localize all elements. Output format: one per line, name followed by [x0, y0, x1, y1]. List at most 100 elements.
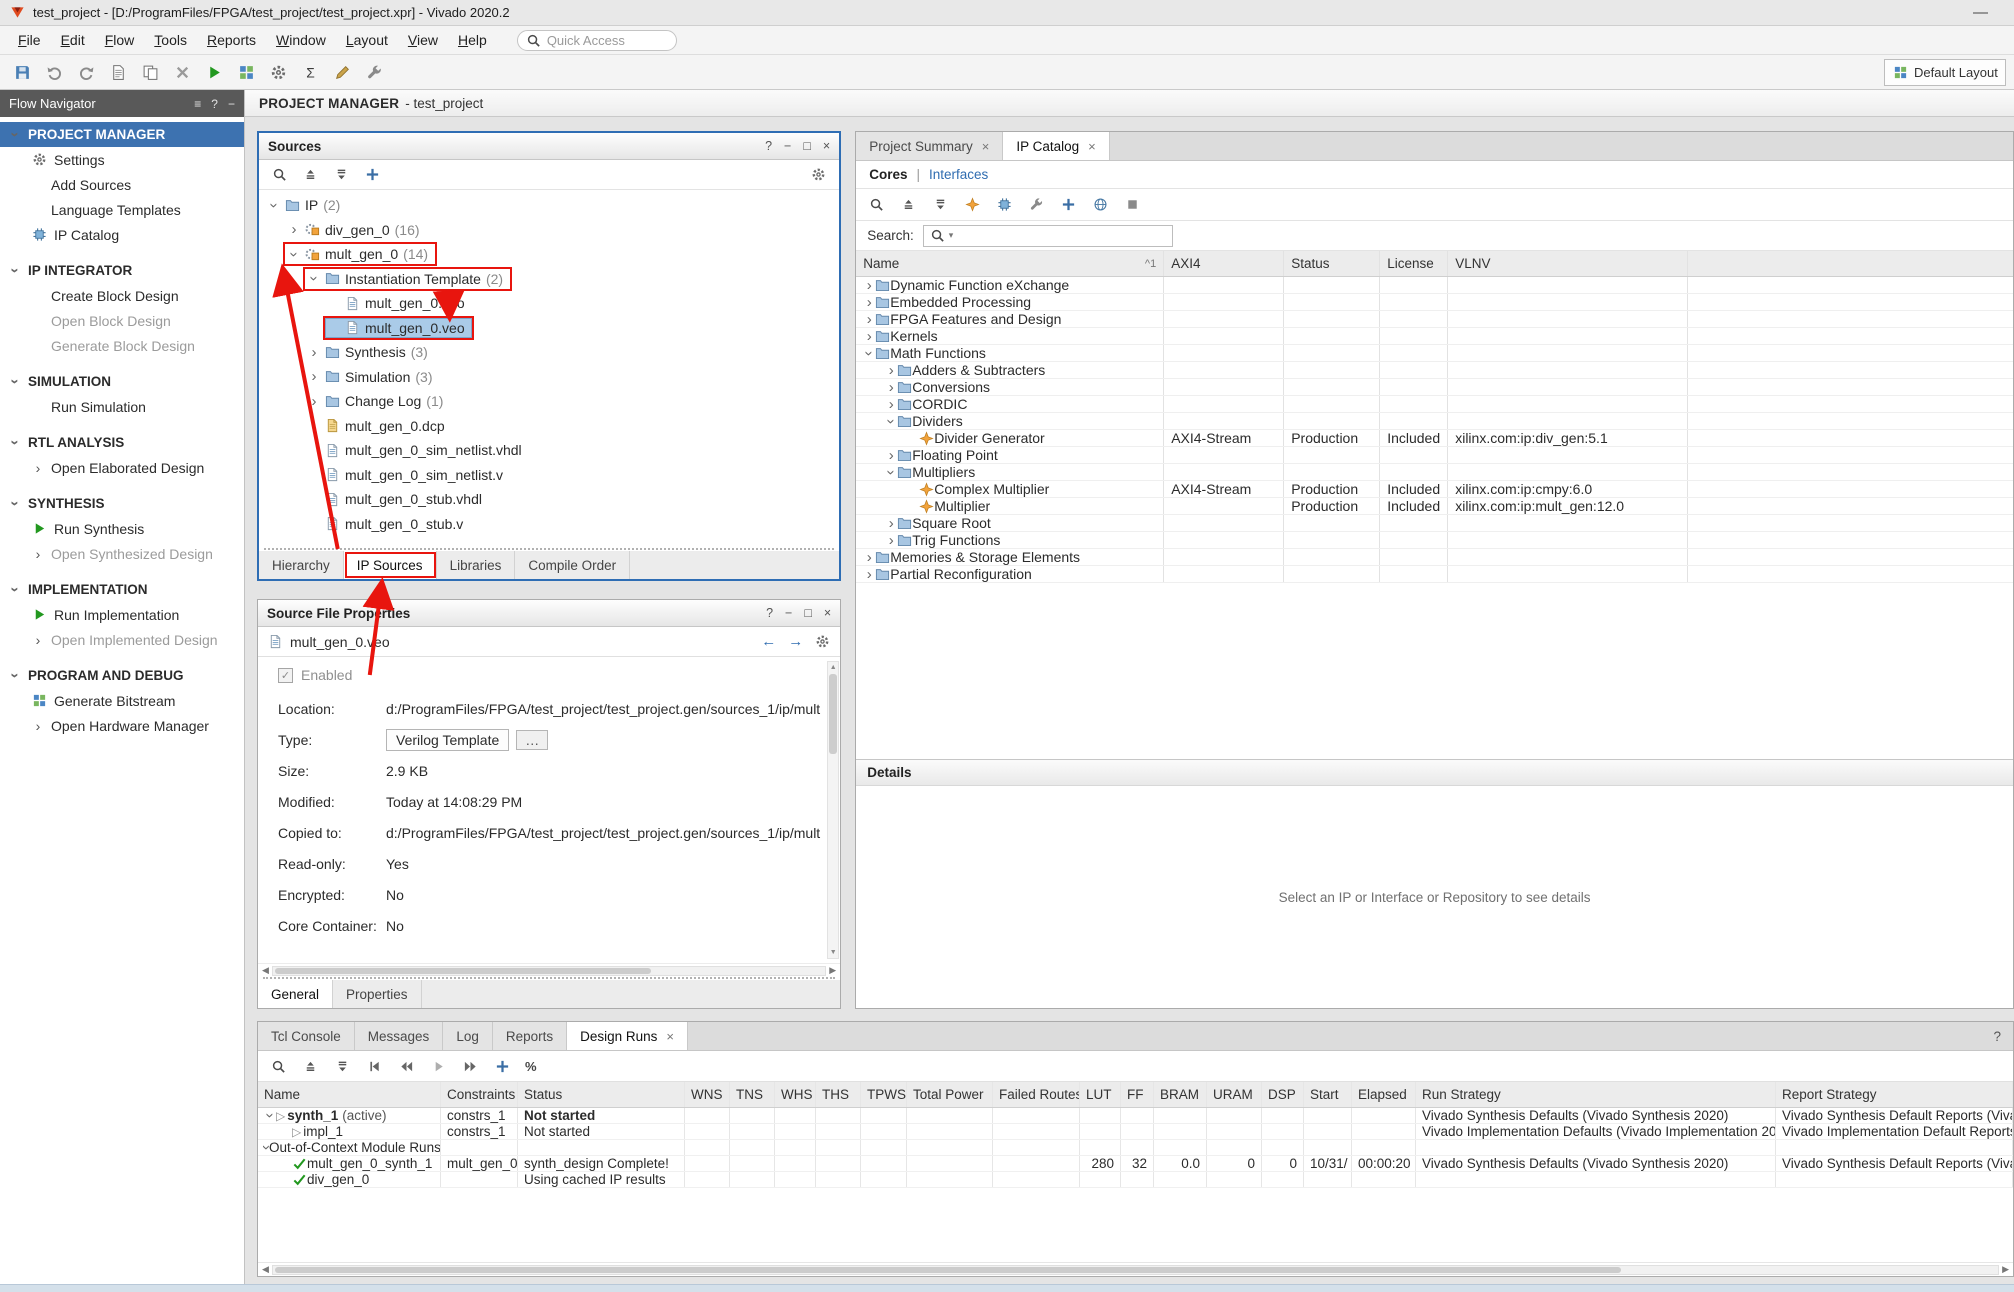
- close-icon[interactable]: ×: [1088, 139, 1096, 154]
- web-ip-button[interactable]: [1091, 195, 1110, 214]
- column-whs[interactable]: WHS: [775, 1082, 816, 1107]
- column-elapsed[interactable]: Elapsed: [1352, 1082, 1416, 1107]
- column-license[interactable]: License: [1380, 251, 1448, 276]
- chevron-right-icon[interactable]: ›: [308, 345, 320, 360]
- source-item-simulation[interactable]: ›Simulation(3): [259, 365, 839, 390]
- catalog-row-dynamic-function-exchange[interactable]: ›Dynamic Function eXchange: [856, 277, 2013, 294]
- nav-item-open-hardware-manager[interactable]: ›Open Hardware Manager: [0, 713, 244, 738]
- tab-tcl-console[interactable]: Tcl Console: [258, 1022, 355, 1050]
- scrollbar-thumb[interactable]: [829, 674, 837, 754]
- flow-section-rtl-analysis[interactable]: ›RTL ANALYSIS: [0, 430, 244, 455]
- redo-button[interactable]: [72, 59, 101, 86]
- next-step-button[interactable]: [461, 1057, 480, 1076]
- chevron-down-icon[interactable]: ›: [287, 248, 302, 260]
- nav-item-run-synthesis[interactable]: Run Synthesis: [0, 516, 244, 541]
- chevron-right-icon[interactable]: ›: [863, 278, 875, 293]
- tools-button[interactable]: [360, 59, 389, 86]
- tab-log[interactable]: Log: [443, 1022, 493, 1050]
- flow-section-synthesis[interactable]: ›SYNTHESIS: [0, 491, 244, 516]
- properties-settings-icon[interactable]: [815, 634, 830, 649]
- run-button[interactable]: [200, 59, 229, 86]
- menu-help[interactable]: Help: [448, 28, 497, 52]
- nav-item-generate-bitstream[interactable]: Generate Bitstream: [0, 688, 244, 713]
- menu-file[interactable]: File: [8, 28, 51, 52]
- catalog-row-multiplier[interactable]: MultiplierProductionIncludedxilinx.com:i…: [856, 498, 2013, 515]
- ip-settings-button[interactable]: [1027, 195, 1046, 214]
- column-axi4[interactable]: AXI4: [1164, 251, 1284, 276]
- tab-design-runs[interactable]: Design Runs ×: [567, 1022, 688, 1050]
- type-combo[interactable]: Verilog Template: [386, 729, 509, 751]
- flow-navigator-collapse-icon[interactable]: −: [228, 97, 235, 111]
- chevron-right-icon[interactable]: ›: [885, 363, 897, 378]
- column-start[interactable]: Start: [1304, 1082, 1352, 1107]
- scrollbar-thumb[interactable]: [275, 968, 651, 974]
- settings-button[interactable]: [264, 59, 293, 86]
- catalog-row-partial-reconfiguration[interactable]: ›Partial Reconfiguration: [856, 566, 2013, 583]
- chevron-right-icon[interactable]: ›: [863, 567, 875, 582]
- chevron-down-icon[interactable]: ›: [267, 199, 282, 211]
- chevron-down-icon[interactable]: ›: [259, 1145, 274, 1150]
- nav-item-create-block-design[interactable]: Create Block Design: [0, 283, 244, 308]
- delete-button[interactable]: [168, 59, 197, 86]
- column-vlnv[interactable]: VLNV: [1448, 251, 1688, 276]
- ip-interfaces-button[interactable]: [995, 195, 1014, 214]
- report-button[interactable]: [104, 59, 133, 86]
- chevron-right-icon[interactable]: ›: [288, 222, 300, 237]
- tab-messages[interactable]: Messages: [355, 1022, 444, 1050]
- create-run-button[interactable]: [493, 1057, 512, 1076]
- column-report-strategy[interactable]: Report Strategy: [1776, 1082, 2013, 1107]
- catalog-row-math-functions[interactable]: ›Math Functions: [856, 345, 2013, 362]
- column-wns[interactable]: WNS: [685, 1082, 730, 1107]
- help-icon[interactable]: ?: [766, 606, 773, 620]
- nav-item-run-implementation[interactable]: Run Implementation: [0, 602, 244, 627]
- report-utilization-button[interactable]: [296, 59, 325, 86]
- source-item-mult-gen-0-dcp[interactable]: mult_gen_0.dcp: [259, 414, 839, 439]
- next-object-button[interactable]: →: [788, 633, 803, 650]
- expand-all-button[interactable]: [931, 195, 950, 214]
- menu-view[interactable]: View: [398, 28, 448, 52]
- column-bram[interactable]: BRAM: [1154, 1082, 1207, 1107]
- scrollbar-thumb[interactable]: [275, 1267, 1621, 1273]
- scroll-left-icon[interactable]: ◀: [262, 965, 269, 976]
- expand-all-button[interactable]: [333, 1057, 352, 1076]
- nav-item-language-templates[interactable]: Language Templates: [0, 197, 244, 222]
- search-button[interactable]: [270, 165, 289, 184]
- catalog-row-multipliers[interactable]: ›Multipliers: [856, 464, 2013, 481]
- catalog-search-input[interactable]: ▾: [923, 225, 1173, 247]
- interfaces-toggle[interactable]: Interfaces: [929, 167, 988, 182]
- column-lut[interactable]: LUT: [1080, 1082, 1121, 1107]
- launch-run-button[interactable]: [429, 1057, 448, 1076]
- nav-item-run-simulation[interactable]: Run Simulation: [0, 394, 244, 419]
- collapse-all-button[interactable]: [301, 165, 320, 184]
- run-row-out-of-context-module-runs[interactable]: ›Out-of-Context Module Runs: [258, 1140, 2013, 1156]
- catalog-row-adders-subtracters[interactable]: ›Adders & Subtracters: [856, 362, 2013, 379]
- nav-item-open-implemented-design[interactable]: ›Open Implemented Design: [0, 627, 244, 652]
- menu-tools[interactable]: Tools: [144, 28, 197, 52]
- sources-settings-button[interactable]: [809, 165, 828, 184]
- source-item-ip[interactable]: ›IP(2): [259, 193, 839, 218]
- chevron-right-icon[interactable]: ›: [885, 533, 897, 548]
- enabled-checkbox[interactable]: ✓: [278, 668, 293, 683]
- nav-item-open-synthesized-design[interactable]: ›Open Synthesized Design: [0, 541, 244, 566]
- catalog-row-conversions[interactable]: ›Conversions: [856, 379, 2013, 396]
- percent-button[interactable]: %: [525, 1059, 537, 1074]
- layout-selector[interactable]: Default Layout: [1884, 59, 2006, 86]
- tab-hierarchy[interactable]: Hierarchy: [259, 551, 344, 579]
- close-icon[interactable]: ×: [982, 139, 990, 154]
- nav-item-add-sources[interactable]: Add Sources: [0, 172, 244, 197]
- collapse-all-button[interactable]: [301, 1057, 320, 1076]
- source-item-mult-gen-0-stub-vhdl[interactable]: mult_gen_0_stub.vhdl: [259, 487, 839, 512]
- ip-details-button[interactable]: [1123, 195, 1142, 214]
- tab-properties[interactable]: Properties: [333, 980, 422, 1008]
- close-icon[interactable]: ×: [824, 606, 831, 620]
- flow-section-implementation[interactable]: ›IMPLEMENTATION: [0, 577, 244, 602]
- float-icon[interactable]: □: [804, 606, 812, 620]
- tab-libraries[interactable]: Libraries: [437, 551, 516, 579]
- minimize-icon[interactable]: −: [784, 139, 791, 153]
- source-item-mult-gen-0-vho[interactable]: mult_gen_0.vho: [259, 291, 839, 316]
- column-ff[interactable]: FF: [1121, 1082, 1154, 1107]
- chevron-down-icon[interactable]: ›: [263, 1110, 278, 1122]
- vertical-scrollbar[interactable]: ▲ ▼: [827, 661, 839, 959]
- catalog-row-trig-functions[interactable]: ›Trig Functions: [856, 532, 2013, 549]
- nav-item-ip-catalog[interactable]: IP Catalog: [0, 222, 244, 247]
